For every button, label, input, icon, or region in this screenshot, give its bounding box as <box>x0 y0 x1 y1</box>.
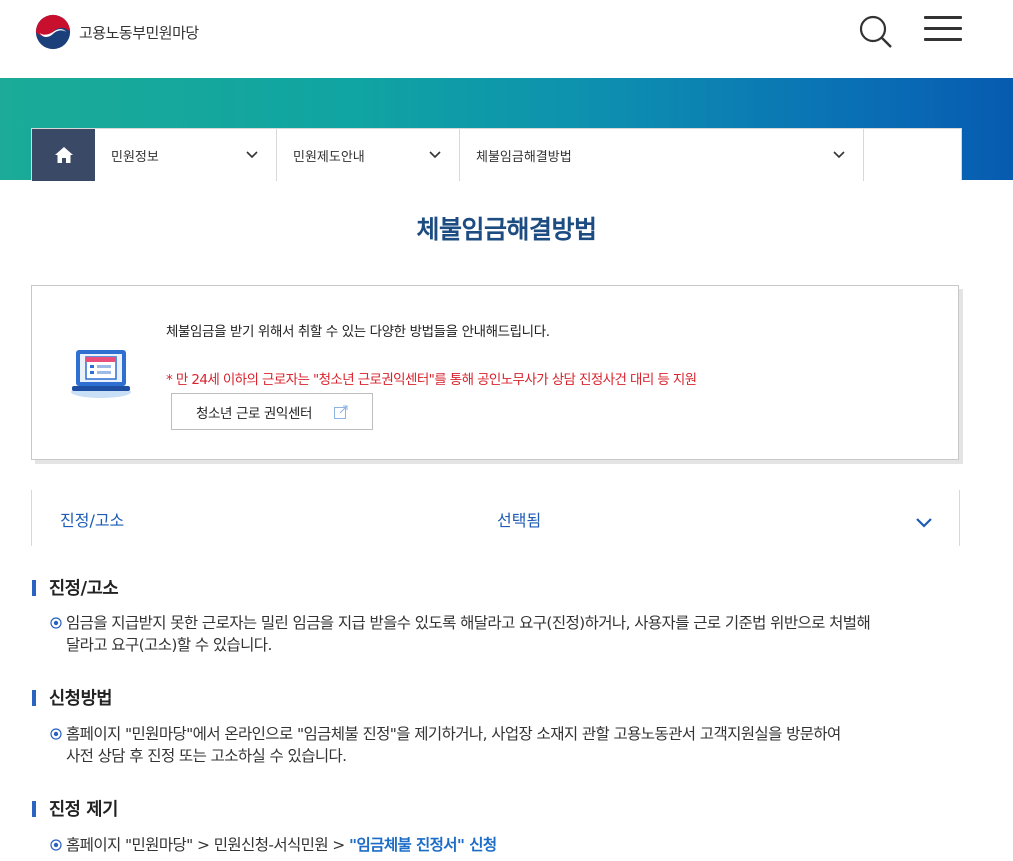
section-text-filing: 홈페이지 "민원마당" > 민원신청-서식민원 > "임금체불 진정서" 신청 <box>50 834 970 856</box>
site-logo[interactable]: 고용노동부민원마당 <box>34 13 199 51</box>
breadcrumb-label: 민원제도안내 <box>293 149 365 165</box>
method-selector[interactable]: 진정/고소 선택됨 <box>31 490 960 546</box>
section-text-complaint: 임금을 지급받지 못한 근로자는 밀린 임금을 지급 받을수 있도록 해달라고 … <box>50 612 970 656</box>
breadcrumb-spacer <box>864 129 961 181</box>
bullet-icon <box>50 617 62 629</box>
government-emblem-icon <box>35 14 71 50</box>
chevron-down-icon <box>429 151 441 159</box>
chevron-down-icon <box>246 151 258 159</box>
section-text-application: 홈페이지 "민원마당"에서 온라인으로 "임금체불 진정"을 제기하거나, 사업… <box>50 723 970 767</box>
section-heading-application: 신청방법 <box>32 685 113 710</box>
selected-method-label: 진정/고소 <box>60 511 125 530</box>
breadcrumb-label: 민원정보 <box>111 149 159 165</box>
info-description: 체불임금을 받기 위해서 취할 수 있는 다양한 방법들을 안내해드립니다. <box>166 324 550 340</box>
youth-rights-center-button[interactable]: 청소년 근로 권익센터 <box>171 393 373 430</box>
section-heading-filing: 진정 제기 <box>32 796 118 821</box>
computer-document-icon <box>71 350 131 398</box>
youth-rights-center-label: 청소년 근로 권익센터 <box>196 405 312 422</box>
breadcrumb-item-unpaid-wages[interactable]: 체불임금해결방법 <box>460 129 864 181</box>
heading-bar <box>32 689 36 706</box>
breadcrumb-item-system-guide[interactable]: 민원제도안내 <box>277 129 460 181</box>
heading-bar <box>32 579 36 596</box>
info-box: 체불임금을 받기 위해서 취할 수 있는 다양한 방법들을 안내해드립니다. *… <box>31 285 959 460</box>
search-icon <box>859 15 892 48</box>
menu-button[interactable] <box>924 16 962 46</box>
section-heading-complaint: 진정/고소 <box>32 575 119 600</box>
breadcrumb-label: 체불임금해결방법 <box>476 149 572 165</box>
page-title: 체불임금해결방법 <box>416 215 597 244</box>
search-button[interactable] <box>856 12 896 52</box>
chevron-down-icon <box>916 518 932 528</box>
home-button[interactable] <box>32 129 95 181</box>
site-header: 고용노동부민원마당 <box>0 0 1013 78</box>
youth-notice: * 만 24세 이하의 근로자는 "청소년 근로권익센터"를 통해 공인노무사가… <box>166 372 697 388</box>
bullet-icon <box>50 839 62 851</box>
heading-bar <box>32 800 36 817</box>
site-name: 고용노동부민원마당 <box>79 23 199 42</box>
bullet-icon <box>50 728 62 740</box>
selected-state: 선택됨 <box>497 511 542 530</box>
breadcrumb-item-civil-info[interactable]: 민원정보 <box>95 129 277 181</box>
home-icon <box>54 147 73 163</box>
wage-complaint-form-link[interactable]: "임금체불 진정서" 신청 <box>349 836 497 854</box>
hamburger-icon <box>924 16 962 19</box>
chevron-down-icon <box>833 151 845 159</box>
breadcrumb: 민원정보 민원제도안내 체불임금해결방법 <box>31 128 962 181</box>
external-link-icon <box>333 405 348 419</box>
